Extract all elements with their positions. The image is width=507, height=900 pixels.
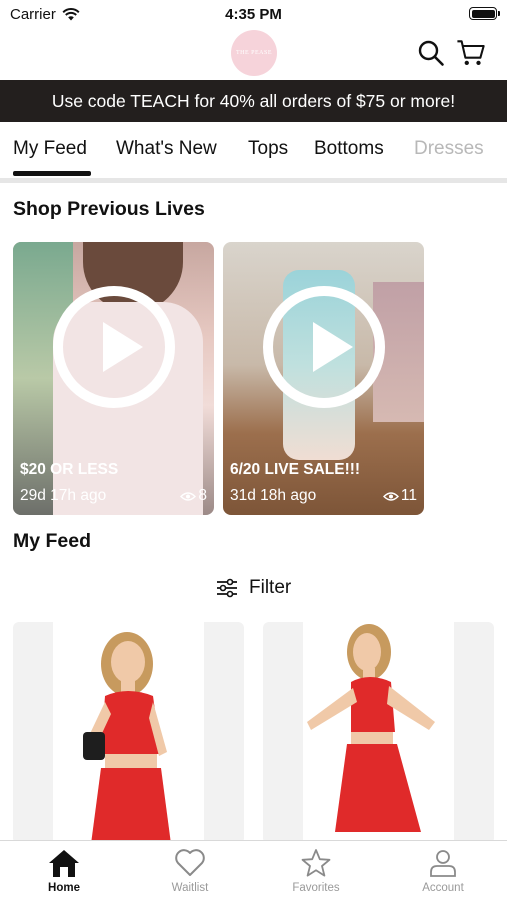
bottom-nav: Home Waitlist Favorites Account — [0, 840, 507, 900]
tab-dresses[interactable]: Dresses — [414, 138, 484, 160]
eye-icon — [382, 491, 399, 501]
promo-banner[interactable]: Use code TEACH for 40% all orders of $75… — [0, 80, 507, 122]
tab-bottoms[interactable]: Bottoms — [314, 138, 384, 160]
person-icon — [430, 850, 456, 877]
nav-home-label: Home — [48, 882, 80, 894]
nav-account[interactable]: Account — [380, 841, 506, 900]
cart-icon[interactable] — [456, 38, 486, 68]
promo-text: Use code TEACH for 40% all orders of $75… — [51, 90, 456, 111]
live-title: 6/20 LIVE SALE!!! — [230, 461, 361, 478]
tab-my-feed[interactable]: My Feed — [13, 138, 87, 160]
tab-whats-new[interactable]: What's New — [116, 138, 217, 160]
product-card[interactable] — [263, 622, 494, 844]
eye-icon — [180, 491, 197, 501]
nav-home[interactable]: Home — [1, 841, 127, 900]
nav-waitlist[interactable]: Waitlist — [127, 841, 253, 900]
feed-title: My Feed — [13, 530, 92, 552]
live-title: $20 OR LESS — [20, 461, 119, 478]
nav-account-label: Account — [422, 882, 464, 894]
tabs-divider — [0, 178, 507, 183]
view-count: 11 — [382, 487, 417, 505]
live-video-card[interactable]: $20 OR LESS 29d 17h ago 8 — [13, 242, 214, 515]
nav-favorites-label: Favorites — [292, 882, 340, 894]
filter-label: Filter — [249, 577, 292, 598]
live-video-card[interactable]: 6/20 LIVE SALE!!! 31d 18h ago 11 — [223, 242, 424, 515]
active-tab-indicator — [13, 171, 91, 176]
view-count: 8 — [180, 487, 207, 505]
heart-icon — [175, 849, 205, 876]
product-image — [303, 622, 454, 844]
category-tabs: My Feed What's New Tops Bottoms Dresses — [0, 122, 507, 178]
battery-icon — [469, 7, 500, 20]
app-header: THE PEASE — [0, 28, 507, 80]
product-card[interactable] — [13, 622, 244, 844]
sliders-icon — [217, 578, 237, 598]
tab-tops[interactable]: Tops — [248, 138, 288, 160]
filter-button[interactable]: Filter — [215, 577, 291, 599]
nav-favorites[interactable]: Favorites — [253, 841, 379, 900]
search-icon[interactable] — [416, 38, 446, 68]
status-bar: Carrier 4:35 PM — [0, 0, 507, 30]
live-timestamp: 31d 18h ago — [230, 487, 317, 504]
view-count-value: 8 — [198, 487, 207, 504]
logo-text: THE PEASE — [236, 50, 272, 56]
view-count-value: 11 — [400, 487, 417, 504]
play-icon[interactable] — [263, 286, 385, 408]
nav-waitlist-label: Waitlist — [171, 882, 209, 894]
product-image — [53, 622, 204, 844]
play-icon[interactable] — [53, 286, 175, 408]
brand-logo[interactable]: THE PEASE — [231, 30, 277, 76]
home-icon — [49, 850, 79, 877]
previous-lives-title: Shop Previous Lives — [13, 198, 205, 220]
clock: 4:35 PM — [225, 6, 282, 23]
live-timestamp: 29d 17h ago — [20, 487, 107, 504]
star-icon — [301, 849, 331, 877]
